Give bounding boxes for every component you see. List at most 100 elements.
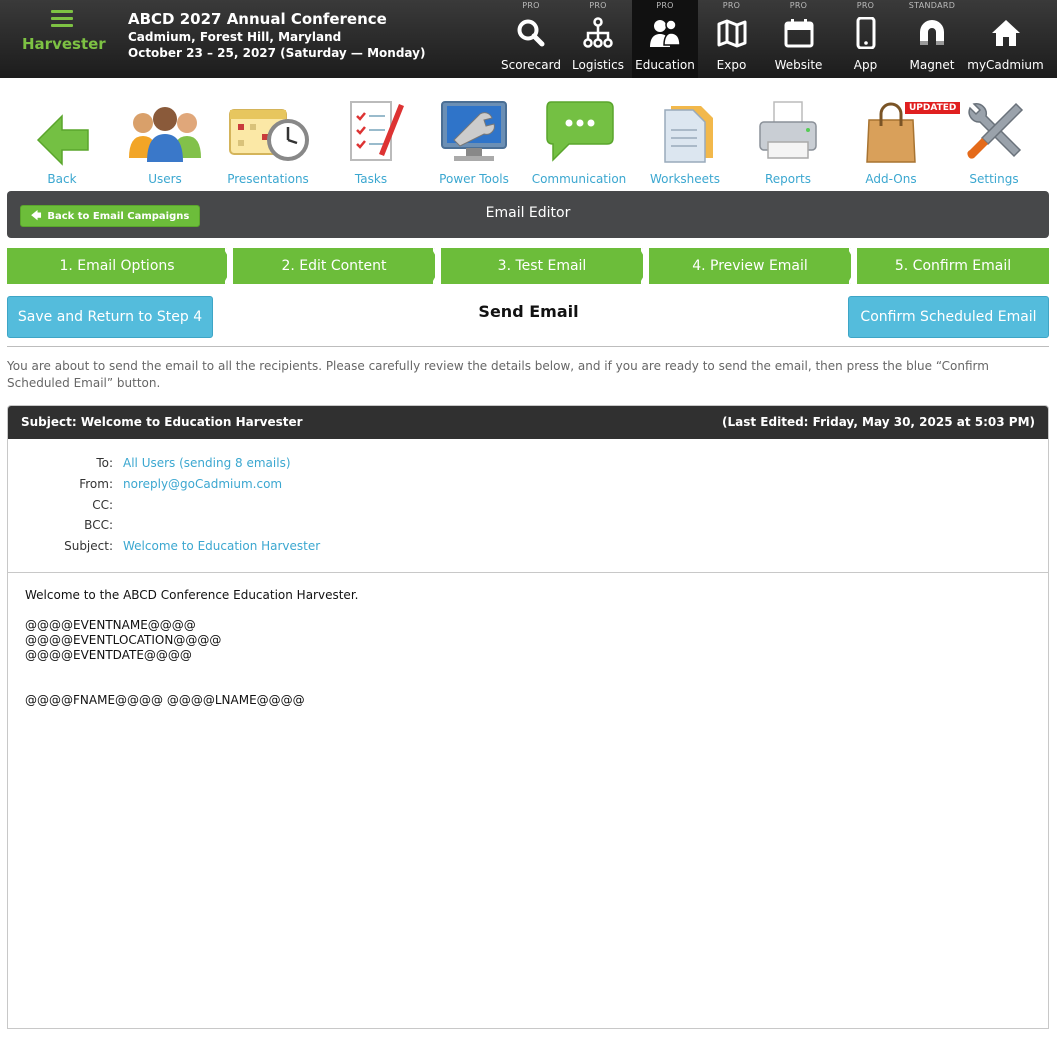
body-line [25,678,358,693]
divider [7,346,1049,347]
step-confirm-email[interactable]: 5. Confirm Email [857,248,1049,284]
meta-value-to[interactable]: All Users (sending 8 emails) [123,456,291,470]
topnav-website[interactable]: PRO Website [765,0,832,78]
monitor-wrench-icon [441,101,507,161]
tier-label: PRO [522,1,540,10]
body-line [25,663,358,678]
meta-key: From: [79,476,113,491]
module-label: Power Tools [439,172,509,186]
conference-location: Cadmium, Forest Hill, Maryland [128,30,342,44]
meta-value-subject[interactable]: Welcome to Education Harvester [123,539,320,553]
top-nav: PRO Scorecard PRO Logistics PRO Educatio… [498,0,1046,78]
topnav-scorecard[interactable]: PRO Scorecard [498,0,564,78]
topnav-label: Magnet [909,58,955,72]
people-icon [129,107,201,162]
module-users[interactable]: Users [115,96,215,186]
module-communication[interactable]: Communication [529,96,629,186]
module-label: Tasks [354,172,388,186]
brand-menu[interactable]: Harvester [22,8,106,53]
module-bar: Back Users Presentations Tasks Power Too… [10,96,1050,188]
printer-icon [759,101,817,159]
meta-key: BCC: [84,518,113,533]
body-line: Welcome to the ABCD Conference Education… [25,588,359,602]
module-label: Settings [969,172,1019,186]
module-add-ons[interactable]: UPDATED Add-Ons [841,96,961,186]
module-label: Add-Ons [865,172,917,186]
phone-icon [856,17,875,49]
folder-icon [664,106,713,163]
module-settings[interactable]: Settings [944,96,1044,186]
email-preview-panel: Subject: Welcome to Education Harvester … [7,405,1049,1029]
magnet-icon [920,20,944,45]
topnav-label: Website [774,58,823,72]
module-label: Users [148,172,182,186]
topnav-logistics[interactable]: PRO Logistics [564,0,632,78]
module-label: Presentations [227,172,309,186]
panel-divider [8,572,1048,573]
tier-label: PRO [856,1,875,10]
step-test-email[interactable]: 3. Test Email [441,248,643,284]
email-body: Welcome to the ABCD Conference Education… [25,588,358,708]
step-email-options[interactable]: 1. Email Options [7,248,227,284]
meta-key: Subject: [64,539,113,554]
tier-label: PRO [656,1,674,10]
tier-label: PRO [722,1,741,10]
topnav-label: Expo [716,58,747,72]
editor-title: Email Editor [485,205,571,221]
calendar-icon [784,19,813,48]
topnav-label: Education [635,58,695,72]
meta-key: To: [96,456,113,470]
module-back[interactable]: Back [12,96,112,186]
topnav-label: Scorecard [501,58,561,72]
tier-label: STANDARD [908,1,956,10]
body-line [25,603,358,618]
meta-key: CC: [92,497,113,512]
module-worksheets[interactable]: Worksheets [635,96,735,186]
topnav-app[interactable]: PRO App [832,0,899,78]
topnav-label: Logistics [572,58,624,72]
body-line: @@@@EVENTDATE@@@@ [25,648,192,662]
module-label: Worksheets [650,172,720,186]
module-label: Reports [764,172,812,186]
conference-dates: October 23 – 25, 2027 (Saturday — Monday… [128,46,426,60]
email-panel-header: Subject: Welcome to Education Harvester … [8,406,1048,439]
conference-info: ABCD 2027 Annual Conference Cadmium, For… [128,10,425,60]
editor-bar: 🡄 Back to Email Campaigns Email Editor [7,191,1049,238]
checklist-icon [350,101,404,161]
sitemap-icon [583,17,613,48]
topnav-magnet[interactable]: STANDARD Magnet [899,0,965,78]
topnav-expo[interactable]: PRO Expo [698,0,765,78]
module-power-tools[interactable]: Power Tools [424,96,524,186]
search-icon [517,19,545,47]
step-wizard: 1. Email Options 2. Edit Content 3. Test… [7,248,1049,284]
module-presentations[interactable]: Presentations [218,96,318,186]
topnav-label: myCadmium [967,58,1044,72]
body-line: @@@@EVENTLOCATION@@@@ [25,633,222,647]
body-line: @@@@EVENTNAME@@@@ [25,618,196,632]
email-subject-header: Subject: Welcome to Education Harvester [21,415,303,429]
body-line: @@@@FNAME@@@@ @@@@LNAME@@@@ [25,693,305,707]
map-icon [717,19,746,48]
module-tasks[interactable]: Tasks [321,96,421,186]
calendar-clock-icon [229,109,309,161]
step-edit-content[interactable]: 2. Edit Content [233,248,435,284]
tier-label: PRO [789,1,808,10]
meta-value-from[interactable]: noreply@goCadmium.com [123,477,282,491]
brand-label: Harvester [22,35,106,53]
back-arrow-icon [36,114,89,166]
home-icon [991,20,1020,46]
top-header: Harvester ABCD 2027 Annual Conference Ca… [0,0,1057,78]
module-reports[interactable]: Reports [738,96,838,186]
topnav-mycadmium[interactable]: myCadmium [965,0,1046,78]
users-icon [650,19,681,47]
tools-icon [967,102,1024,159]
conference-title: ABCD 2027 Annual Conference [128,10,387,28]
last-edited-label: (Last Edited: Friday, May 30, 2025 at 5:… [722,415,1035,429]
topnav-education[interactable]: PRO Education [632,0,698,78]
module-label: Back [47,172,77,186]
step-preview-email[interactable]: 4. Preview Email [649,248,851,284]
confirm-scheduled-email-button[interactable]: Confirm Scheduled Email [848,296,1049,338]
tier-label: PRO [589,1,607,10]
confirmation-notice: You are about to send the email to all t… [7,359,989,390]
hamburger-icon[interactable] [51,10,73,27]
